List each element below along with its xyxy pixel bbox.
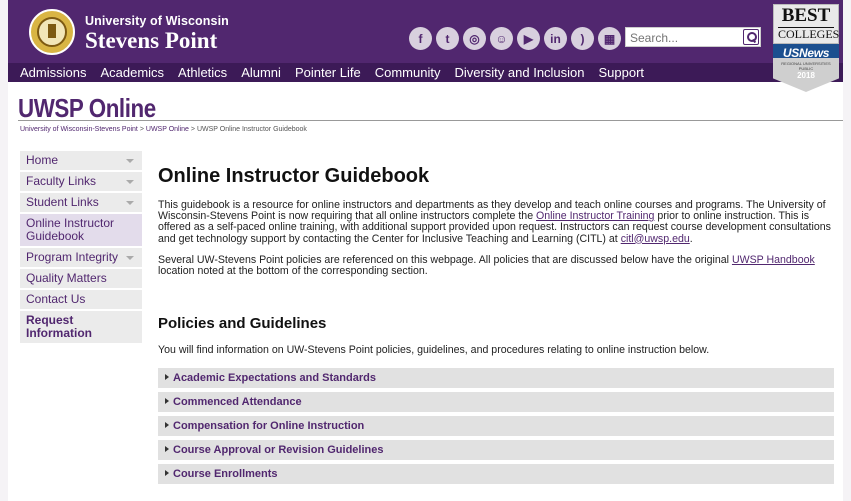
brand-line1[interactable]: University of Wisconsin: [85, 14, 229, 28]
sidebar-item-contact-us[interactable]: Contact Us: [20, 290, 142, 309]
nav-alumni[interactable]: Alumni: [229, 63, 281, 82]
caret-right-icon: [165, 470, 169, 477]
caret-right-icon: [165, 422, 169, 429]
accordion-course-approval[interactable]: Course Approval or Revision Guidelines: [158, 440, 834, 461]
caret-right-icon: [165, 398, 169, 405]
brand-line2[interactable]: Stevens Point: [85, 28, 217, 54]
page: University of Wisconsin Stevens Point f …: [8, 0, 843, 501]
sidebar-item-label: Quality Matters: [26, 271, 107, 285]
chevron-down-icon[interactable]: [126, 159, 134, 163]
breadcrumb-current: UWSP Online Instructor Guidebook: [196, 126, 307, 133]
caret-right-icon: [165, 374, 169, 381]
nav-admissions[interactable]: Admissions: [8, 63, 86, 82]
badge-year: 2018: [797, 71, 815, 80]
nav-community[interactable]: Community: [363, 63, 441, 82]
sidebar-item-request-information[interactable]: Request Information: [20, 311, 142, 343]
accordion-label: Commenced Attendance: [173, 396, 302, 409]
nav-athletics[interactable]: Athletics: [166, 63, 227, 82]
badge-colleges: COLLEGES: [778, 27, 840, 41]
badge-best: BEST: [781, 5, 831, 26]
policies-paragraph: Several UW-Stevens Point policies are re…: [158, 253, 834, 278]
accordion-label: Course Approval or Revision Guidelines: [173, 444, 384, 457]
facebook-icon[interactable]: f: [409, 27, 432, 50]
sidebar-item-label: Home: [26, 153, 59, 167]
main-content: Online Instructor Guidebook This guidebo…: [158, 165, 834, 488]
instagram-icon[interactable]: ◎: [463, 27, 486, 50]
calendar-icon[interactable]: ▦: [598, 27, 621, 50]
accordion-label: Compensation for Online Instruction: [173, 420, 365, 433]
snapchat-icon[interactable]: ☺: [490, 27, 513, 50]
search-input[interactable]: [630, 30, 730, 45]
search-icon[interactable]: [743, 29, 759, 45]
breadcrumb-uwsp-online[interactable]: UWSP Online: [146, 126, 189, 133]
sidebar-item-label: Faculty Links: [26, 174, 97, 188]
badge-category: REGIONAL UNIVERSITIES PUBLIC: [781, 61, 831, 71]
accordion-label: Course Enrollments: [173, 468, 278, 481]
sidebar-item-quality-matters[interactable]: Quality Matters: [20, 269, 142, 288]
breadcrumb-separator: >: [139, 126, 144, 133]
chevron-down-icon[interactable]: [126, 201, 134, 205]
badge-usnews: USNews: [782, 46, 830, 60]
sidebar-item-label: Contact Us: [26, 292, 86, 306]
rss-icon[interactable]: ): [571, 27, 594, 50]
sidebar-item-program-integrity[interactable]: Program Integrity: [20, 248, 142, 267]
nav-support[interactable]: Support: [587, 63, 645, 82]
breadcrumb-university[interactable]: University of Wisconsin-Stevens Point: [20, 126, 138, 133]
sidebar-item-faculty-links[interactable]: Faculty Links: [20, 172, 142, 191]
section-title: Policies and Guidelines: [158, 315, 327, 333]
twitter-icon[interactable]: t: [436, 27, 459, 50]
youtube-icon[interactable]: ▶: [517, 27, 540, 50]
online-instructor-training-link[interactable]: Online Instructor Training: [536, 210, 654, 222]
social-links: f t ◎ ☺ ▶ in ) ▦: [409, 27, 621, 50]
intro-paragraph: This guidebook is a resource for online …: [158, 199, 834, 245]
sidebar-item-label: Student Links: [26, 195, 99, 209]
sidebar-item-online-instructor-guidebook[interactable]: Online Instructor Guidebook: [20, 214, 142, 246]
university-seal-logo[interactable]: [29, 9, 75, 55]
section-intro: You will find information on UW-Stevens …: [158, 344, 710, 357]
chevron-down-icon[interactable]: [126, 256, 134, 260]
chevron-down-icon[interactable]: [126, 180, 134, 184]
search-box: [625, 27, 761, 47]
accordion-commenced-attendance[interactable]: Commenced Attendance: [158, 392, 834, 413]
policies-text: location noted at the bottom of the corr…: [158, 265, 428, 278]
usnews-best-colleges-badge[interactable]: BEST COLLEGES USNews REGIONAL UNIVERSITI…: [773, 4, 839, 92]
sidebar-item-student-links[interactable]: Student Links: [20, 193, 142, 212]
linkedin-icon[interactable]: in: [544, 27, 567, 50]
sidebar-item-home[interactable]: Home: [20, 151, 142, 170]
accordion-academic-expectations[interactable]: Academic Expectations and Standards: [158, 368, 834, 389]
sidebar-item-label: Program Integrity: [26, 250, 119, 264]
site-header: University of Wisconsin Stevens Point f …: [8, 0, 843, 63]
title-divider: [18, 120, 843, 121]
citl-email-link[interactable]: citl@uwsp.edu: [621, 233, 690, 245]
intro-text: .: [689, 232, 693, 245]
policies-text: Several UW-Stevens Point policies are re…: [158, 253, 732, 266]
nav-diversity-inclusion[interactable]: Diversity and Inclusion: [442, 63, 584, 82]
breadcrumb-separator: >: [190, 126, 195, 133]
accordion-label: Academic Expectations and Standards: [173, 372, 376, 385]
sidebar-nav: Home Faculty Links Student Links Online …: [20, 151, 142, 345]
main-nav: Admissions Academics Athletics Alumni Po…: [8, 63, 843, 82]
sidebar-item-label: Request Information: [26, 313, 92, 340]
accordion-compensation[interactable]: Compensation for Online Instruction: [158, 416, 834, 437]
caret-right-icon: [165, 446, 169, 453]
sidebar-item-label: Online Instructor Guidebook: [26, 216, 115, 243]
breadcrumb: University of Wisconsin-Stevens Point > …: [20, 126, 307, 133]
page-title: Online Instructor Guidebook: [158, 165, 430, 187]
accordion-course-enrollments[interactable]: Course Enrollments: [158, 464, 834, 485]
nav-academics[interactable]: Academics: [88, 63, 164, 82]
uwsp-handbook-link[interactable]: UWSP Handbook: [732, 254, 815, 266]
nav-pointer-life[interactable]: Pointer Life: [283, 63, 361, 82]
